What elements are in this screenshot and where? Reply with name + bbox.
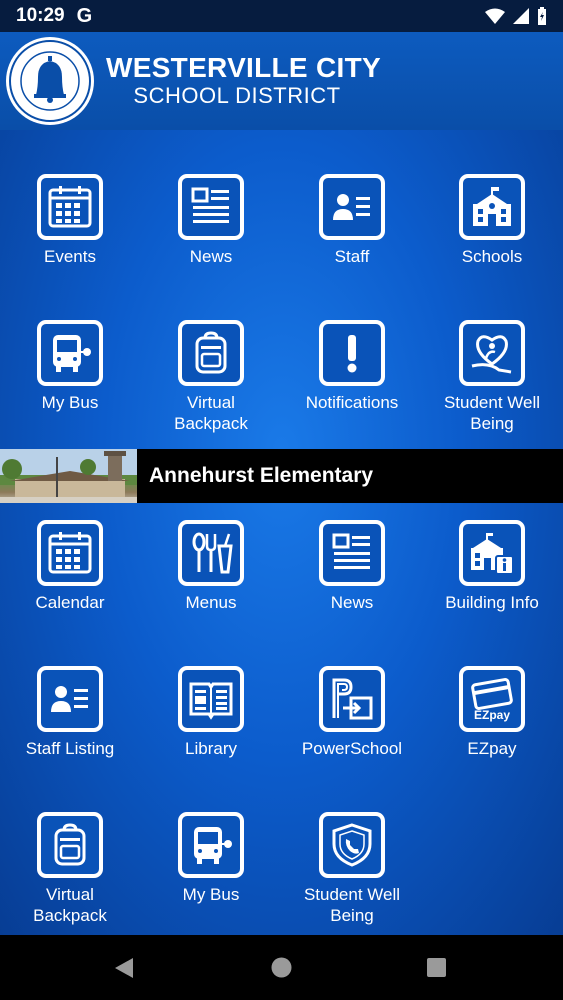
google-icon: G (76, 4, 93, 27)
tile-news[interactable]: News (282, 520, 422, 613)
district-logo (6, 37, 94, 125)
tile-staff[interactable]: Staff (282, 174, 422, 267)
battery-icon (538, 7, 546, 25)
staff-icon (37, 666, 103, 732)
tile-label: Notifications (305, 393, 399, 412)
android-nav-bar (0, 935, 563, 1000)
tile-my-bus[interactable]: My Bus (0, 320, 140, 413)
staff-icon (319, 174, 385, 240)
powerschool-icon (319, 666, 385, 732)
calendar-icon (37, 174, 103, 240)
heart-hand-icon (459, 320, 525, 386)
tile-label: Library (185, 739, 237, 758)
status-time: 10:29 (16, 5, 65, 26)
home-icon[interactable] (271, 957, 292, 978)
book-icon (178, 666, 244, 732)
school-name: Annehurst Elementary (149, 464, 374, 487)
tile-virtual-backpack[interactable]: Virtual Backpack (0, 812, 140, 926)
tile-building-info[interactable]: Building Info (422, 520, 562, 613)
recents-icon[interactable] (427, 958, 446, 977)
tile-virtual-backpack[interactable]: Virtual Backpack (141, 320, 281, 434)
tile-label: My Bus (182, 885, 240, 904)
status-bar: 10:29 G (0, 0, 563, 32)
title-main: WESTERVILLE CITY (106, 52, 381, 83)
tile-news[interactable]: News (141, 174, 281, 267)
app-header: WESTERVILLE CITY SCHOOL DISTRICT (0, 32, 563, 130)
utensils-icon (178, 520, 244, 586)
tile-label: Staff Listing (25, 739, 115, 758)
tile-label: Virtual Backpack (174, 393, 248, 433)
district-title: WESTERVILLE CITY SCHOOL DISTRICT (106, 52, 381, 109)
tile-schools[interactable]: Schools (422, 174, 562, 267)
bell-logo-icon (9, 40, 91, 122)
tile-calendar[interactable]: Calendar (0, 520, 140, 613)
title-sub: SCHOOL DISTRICT (133, 83, 341, 108)
tile-label: Student Well Being (303, 885, 401, 925)
exclamation-icon (319, 320, 385, 386)
tile-label: Schools (461, 247, 523, 266)
tile-events[interactable]: Events (0, 174, 140, 267)
main-content: Events News Staff Schools My Bus Virtual… (0, 130, 563, 935)
back-icon[interactable] (113, 957, 135, 979)
tile-label: Events (44, 247, 96, 266)
news-icon (319, 520, 385, 586)
building-info-icon (459, 520, 525, 586)
tile-label: PowerSchool (301, 739, 403, 758)
wifi-icon (485, 8, 505, 24)
calendar-icon (37, 520, 103, 586)
tile-library[interactable]: Library (141, 666, 281, 759)
tile-powerschool[interactable]: PowerSchool (282, 666, 422, 759)
tile-label: News (330, 593, 374, 612)
tile-label: Building Info (445, 593, 539, 612)
tile-student-well-being[interactable]: Student Well Being (422, 320, 562, 434)
tile-label: My Bus (41, 393, 99, 412)
tile-label: Virtual Backpack (33, 885, 107, 925)
tile-menus[interactable]: Menus (141, 520, 281, 613)
tile-label: Staff (334, 247, 370, 266)
school-photo (0, 449, 137, 503)
backpack-icon (37, 812, 103, 878)
tile-ezpay[interactable]: EZpay EZpay (422, 666, 562, 759)
tile-label: Calendar (35, 593, 105, 612)
school-building-icon (459, 174, 525, 240)
ezpay-icon-text: EZpay (474, 708, 510, 722)
backpack-icon (178, 320, 244, 386)
tile-staff-listing[interactable]: Staff Listing (0, 666, 140, 759)
tile-label: Menus (185, 593, 237, 612)
bus-icon (178, 812, 244, 878)
school-banner[interactable]: Annehurst Elementary (0, 449, 563, 503)
tile-label: EZpay (467, 739, 517, 758)
news-icon (178, 174, 244, 240)
tile-my-bus[interactable]: My Bus (141, 812, 281, 905)
tile-student-well-being[interactable]: Student Well Being (282, 812, 422, 926)
signal-icon (513, 8, 529, 24)
credit-card-icon: EZpay (459, 666, 525, 732)
tile-label: News (189, 247, 233, 266)
tile-label: Student Well Being (443, 393, 541, 433)
tile-notifications[interactable]: Notifications (282, 320, 422, 413)
shield-phone-icon (319, 812, 385, 878)
status-icons (485, 7, 547, 25)
bus-icon (37, 320, 103, 386)
